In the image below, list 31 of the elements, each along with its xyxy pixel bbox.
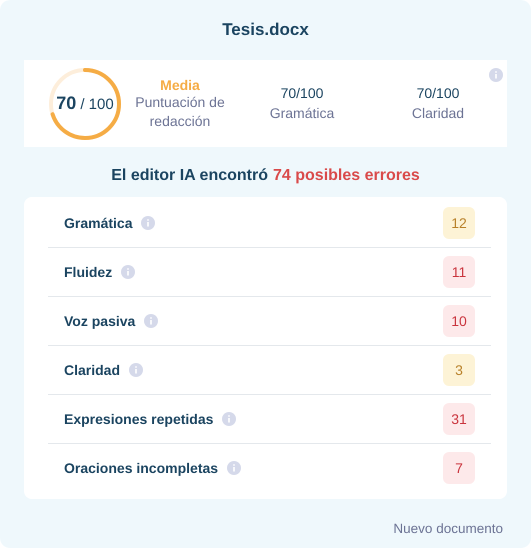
count-badge: 7 (443, 452, 475, 484)
issue-label: Voz pasiva (64, 313, 136, 329)
count-badge: 31 (443, 403, 475, 435)
metric-label: Claridad (412, 104, 464, 123)
metric-label: Gramática (270, 104, 334, 123)
info-icon[interactable] (141, 216, 156, 230)
issue-label: Claridad (64, 362, 120, 378)
metric-value: 70/100 (280, 84, 324, 104)
metric-value: 70/100 (416, 84, 460, 104)
document-title: Tesis.docx (222, 20, 309, 40)
score-rating: Media (160, 76, 200, 93)
info-icon[interactable] (227, 461, 242, 475)
new-document-link[interactable]: Nuevo documento (393, 521, 503, 536)
score-value: 70 (56, 93, 76, 114)
issue-label: Oraciones incompletas (64, 460, 218, 476)
error-count: 74 posibles errores (273, 167, 420, 185)
info-icon[interactable] (121, 265, 136, 279)
issue-label: Fluidez (64, 264, 112, 280)
issue-label: Expresiones repetidas (64, 411, 214, 427)
score-label: Puntuación de redacción (134, 92, 226, 130)
results-heading: El editor IA encontró (111, 167, 268, 185)
info-icon[interactable] (489, 68, 503, 82)
count-badge: 12 (443, 207, 475, 239)
info-icon[interactable] (129, 363, 144, 377)
issue-label: Gramática (64, 215, 132, 231)
score-max: / 100 (80, 96, 114, 113)
count-badge: 10 (443, 305, 475, 337)
count-badge: 11 (443, 256, 475, 288)
info-icon[interactable] (222, 412, 236, 426)
info-icon[interactable] (144, 314, 158, 328)
count-badge: 3 (443, 354, 475, 386)
